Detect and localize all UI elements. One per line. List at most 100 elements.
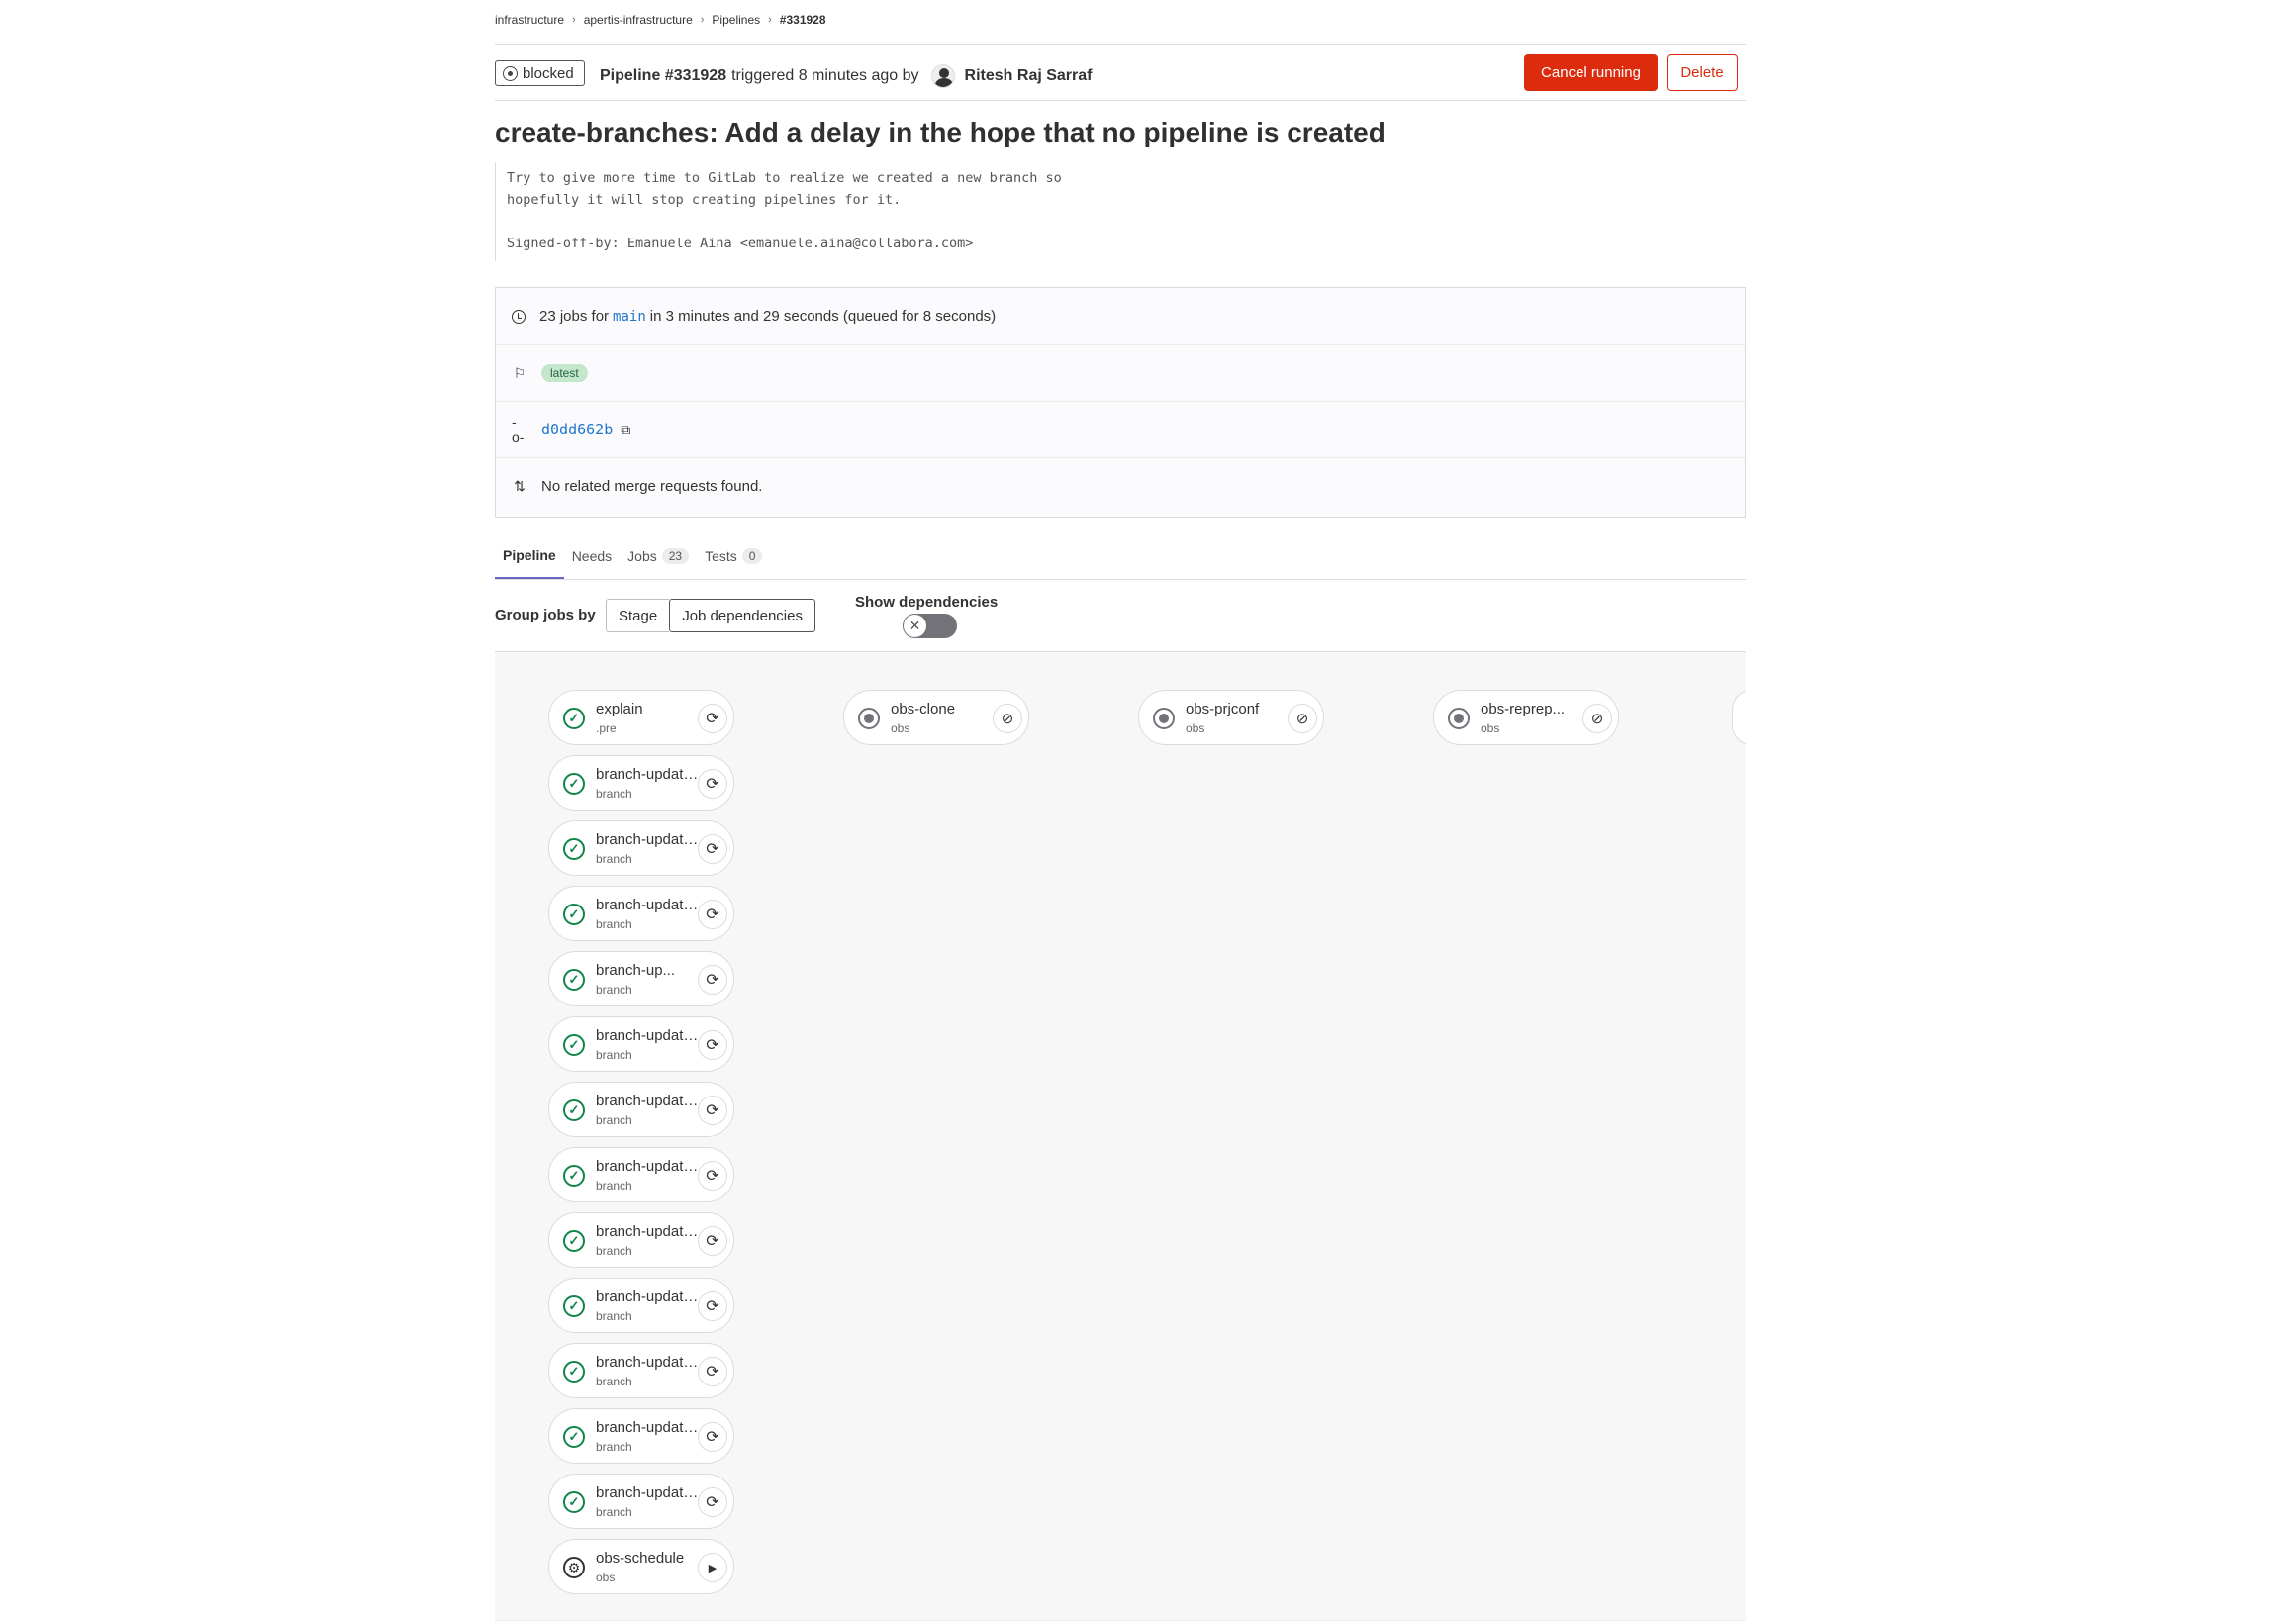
job-pill[interactable]: obs-prjconf obs ⊘ [1138,690,1324,745]
commit-row: -o- d0dd662b ⧉ [496,401,1745,457]
job-name: obs-prjconf [1186,701,1260,717]
user-link[interactable]: Ritesh Raj Sarraf [965,67,1093,85]
group-by-selector: Stage Job dependencies [606,599,815,632]
check-circle-icon: ✓ [563,838,585,860]
retry-button[interactable]: ⟳ [698,834,727,864]
retry-button[interactable]: ⟳ [698,1096,727,1125]
breadcrumb-current[interactable]: #331928 [780,13,826,27]
job-pill[interactable]: obs-clone obs ⊘ [843,690,1029,745]
job-name: explain [596,701,643,717]
play-button[interactable]: ▶ [698,1553,727,1582]
job-pill[interactable]: ✓ branch-up... branch ⟳ [548,951,734,1006]
job-name: obs-schedule [596,1550,685,1567]
cancel-button[interactable]: ⊘ [1288,704,1317,733]
job-pill[interactable]: ✓ branch-update-8 branch ⟳ [548,1212,734,1268]
job-pill[interactable]: ✓ branch-update-12 branch ⟳ [548,1474,734,1529]
group-by-dependencies-button[interactable]: Job dependencies [669,599,815,632]
check-circle-icon: ✓ [563,904,585,925]
check-circle-icon: ✓ [563,1165,585,1187]
merge-requests-text: No related merge requests found. [541,477,763,495]
job-pill[interactable]: ✓ branch-update-5 branch ⟳ [548,1016,734,1072]
group-by-stage-button[interactable]: Stage [606,599,670,632]
retry-button[interactable]: ⟳ [698,1226,727,1256]
breadcrumb-apertis-infrastructure[interactable]: apertis-infrastructure [584,13,693,27]
tab-tests[interactable]: Tests 0 [697,533,770,579]
retry-button[interactable]: ⟳ [698,1422,727,1452]
chevron-right-icon: › [700,14,705,26]
pipeline-id: Pipeline #331928 [600,67,727,84]
commit-sha-link[interactable]: d0dd662b [541,421,613,438]
job-name: obs-clone [891,701,956,717]
job-stage: obs [1186,721,1205,735]
pipeline-info: Pipeline #331928 triggered 8 minutes ago… [600,64,1092,88]
jobs-suffix: in 3 minutes and 29 seconds (queued for … [649,308,997,325]
cancel-button[interactable]: ⊘ [1582,704,1612,733]
tab-jobs[interactable]: Jobs 23 [620,533,697,579]
job-pill[interactable]: ✓ branch-update-6 branch ⟳ [548,1082,734,1137]
pipeline-header: blocked Pipeline #331928 triggered 8 min… [495,44,1746,101]
check-circle-icon: ✓ [563,1230,585,1252]
cancel-button[interactable]: ⊘ [993,704,1022,733]
jobs-prefix: 23 jobs for [539,308,610,325]
job-stage: branch [596,1375,632,1388]
job-name: branch-update-2 [596,831,701,848]
job-pill[interactable]: ✓ branch-update-1 branch ⟳ [548,755,734,810]
job-pill[interactable]: obs-reprep... obs ⊘ [1433,690,1619,745]
merge-request-icon: ⇅ [514,477,526,494]
job-name: branch-update-7 [596,1158,701,1175]
retry-button[interactable]: ⟳ [698,1030,727,1060]
job-pill[interactable]: ✓ branch-update-2 branch ⟳ [548,820,734,876]
retry-button[interactable]: ⟳ [698,1487,727,1517]
retry-button[interactable]: ⟳ [698,1357,727,1386]
retry-button[interactable]: ⟳ [698,1161,727,1191]
breadcrumb-infrastructure[interactable]: infrastructure [495,13,564,27]
retry-button[interactable]: ⟳ [698,900,727,929]
job-name: branch-update-6 [596,1093,701,1109]
job-pill[interactable]: ✓ branch-update-3 branch ⟳ [548,886,734,941]
tab-needs[interactable]: Needs [564,533,620,579]
job-column: obs-prjconf obs ⊘ [1138,690,1324,755]
branch-link[interactable]: main [613,309,646,325]
avatar[interactable] [930,64,955,88]
job-pill[interactable]: ✓ branch-update-10 branch ⟳ [548,1343,734,1398]
check-circle-icon: ✓ [563,1361,585,1383]
cancel-running-button[interactable]: Cancel running [1524,54,1658,91]
show-dependencies-toggle[interactable]: ✕ [903,614,957,638]
gear-icon: ⚙ [563,1557,585,1578]
job-name: branch-update-8 [596,1223,701,1240]
job-column: ✓ explain .pre ⟳ ✓ branch-update-1 branch ⟳ ✓ bra… [548,690,734,1604]
status-label: blocked [523,64,574,82]
clock-icon [512,309,526,324]
job-pill-partial[interactable] [1732,690,1746,745]
tab-label: Pipeline [503,547,556,563]
latest-badge: latest [541,364,588,382]
check-circle-icon: ✓ [563,1491,585,1513]
copy-icon[interactable]: ⧉ [621,422,630,438]
tab-pipeline[interactable]: Pipeline [495,533,564,579]
job-pill[interactable]: ✓ explain .pre ⟳ [548,690,734,745]
job-stage: branch [596,917,632,931]
job-stage: branch [596,1179,632,1192]
status-badge[interactable]: blocked [495,60,585,86]
retry-button[interactable]: ⟳ [698,1291,727,1321]
job-pill[interactable]: ✓ branch-update-9 branch ⟳ [548,1278,734,1333]
skipped-circle-icon [1448,708,1470,729]
blocked-icon [503,65,518,81]
job-pill[interactable]: ⚙ obs-schedule obs ▶ [548,1539,734,1594]
tab-count: 23 [661,548,690,564]
group-jobs-label: Group jobs by [495,607,596,623]
breadcrumb-pipelines[interactable]: Pipelines [712,13,760,27]
job-stage: branch [596,852,632,866]
retry-button[interactable]: ⟳ [698,769,727,799]
job-stage: .pre [596,721,617,735]
tab-label: Jobs [627,548,657,564]
triggered-text: triggered 8 minutes ago by [731,67,919,84]
job-stage: branch [596,983,632,997]
job-pill[interactable]: ✓ branch-update-11 branch ⟳ [548,1408,734,1464]
commit-icon: -o- [512,414,525,445]
retry-button[interactable]: ⟳ [698,965,727,995]
job-pill[interactable]: ✓ branch-update-7 branch ⟳ [548,1147,734,1202]
retry-button[interactable]: ⟳ [698,704,727,733]
badges-row: ⚐ latest [496,344,1745,401]
delete-button[interactable]: Delete [1667,54,1738,91]
